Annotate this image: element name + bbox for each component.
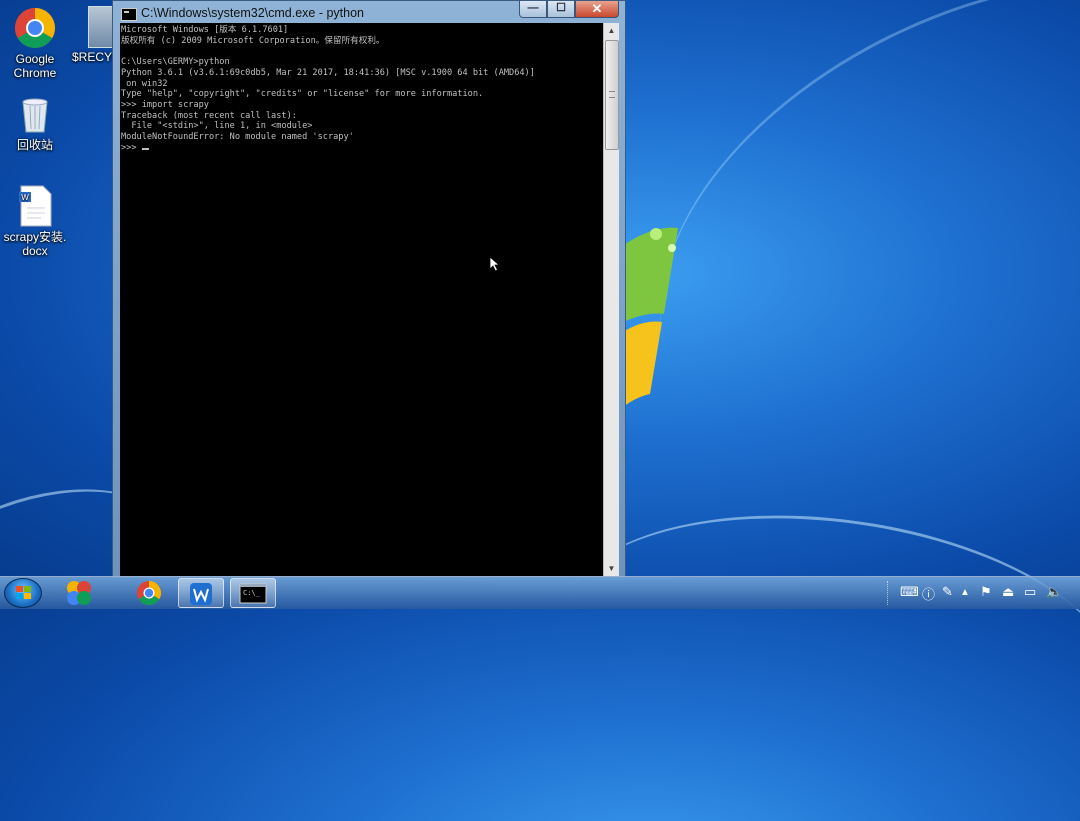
usb-icon[interactable]: ⏏ [1002,584,1014,600]
network-warning-icon[interactable]: ⚑ [980,584,992,600]
taskbar-photo-app[interactable] [56,578,102,608]
console-line: Microsoft Windows [版本 6.1.7601] [121,25,289,35]
console-line: >>> import scrapy [121,99,209,110]
desktop-icon-label: 回收站 [16,138,53,152]
desktop-icon-recycle-bin[interactable]: 回收站 [0,92,70,152]
console-line: Traceback (most recent call last): [121,110,297,121]
desktop-icon-recycle-partial[interactable]: $RECYC [60,6,116,64]
scroll-down-arrow-icon[interactable]: ▼ [604,561,619,576]
system-tray: ⌨ ⓘ ✎ ▲ ⚑ ⏏ ▭ 🔈 [890,577,1074,609]
keyboard-icon[interactable]: ⌨ [900,584,919,600]
chrome-icon [13,6,57,50]
maximize-button[interactable]: ☐ [547,1,575,18]
cmd-icon: C:\_ [239,583,267,604]
taskbar-divider [887,581,889,605]
text-cursor [141,147,149,150]
cmd-icon [121,8,137,21]
windows-logo-fragment [620,227,678,410]
recycle-bin-icon [13,92,57,136]
pen-icon[interactable]: ✎ [942,584,953,600]
help-icon[interactable]: ⓘ [922,584,935,603]
chrome-icon [137,581,162,606]
console-line: C:\Users\GERMY>python [121,57,230,68]
taskbar: C:\_ ⌨ ⓘ ✎ ▲ ⚑ ⏏ ▭ 🔈 [0,576,1080,609]
word-doc-icon: W [13,184,57,228]
windows-flag-icon [16,586,32,600]
wps-writer-icon [190,583,212,605]
console-line: Python 3.6.1 (v3.6.1:69c0db5, Mar 21 201… [121,67,535,78]
scroll-thumb[interactable] [605,40,619,150]
desktop-icon-docx[interactable]: W scrapy安装. docx [0,184,70,258]
close-button[interactable]: ✕ [575,1,619,18]
window-title: C:\Windows\system32\cmd.exe - python [141,6,364,20]
console-line: File "<stdin>", line 1, in <module> [121,121,313,132]
scroll-grip-icon [609,91,615,98]
scroll-up-arrow-icon[interactable]: ▲ [604,23,619,38]
svg-text:C:\_: C:\_ [243,589,261,597]
show-hidden-icons[interactable]: ▲ [960,587,970,598]
console-prompt: >>> [121,142,142,153]
vertical-scrollbar[interactable]: ▲ ▼ [603,23,619,576]
pinwheel-app-icon [67,581,91,605]
console-line: Type "help", "copyright", "credits" or "… [121,89,484,100]
svg-text:W: W [21,193,29,202]
console-output[interactable]: Microsoft Windows [版本 6.1.7601] 版权所有 (c)… [120,23,603,576]
console-line: 版权所有 (c) 2009 Microsoft Corporation。保留所有… [121,35,385,46]
console-line: ModuleNotFoundError: No module named 'sc… [121,132,354,143]
cmd-window[interactable]: C:\Windows\system32\cmd.exe - python — ☐… [112,0,626,578]
taskbar-wps-writer[interactable] [178,578,224,608]
taskbar-cmd[interactable]: C:\_ [230,578,276,608]
minimize-button[interactable]: — [519,1,547,18]
taskbar-chrome[interactable] [126,578,172,608]
mouse-pointer-icon [489,256,501,272]
monitor-icon[interactable]: ▭ [1024,584,1036,600]
start-button[interactable] [4,578,42,608]
console-line: on win32 [121,78,168,89]
volume-icon[interactable]: 🔈 [1046,584,1062,600]
desktop-icon-label: scrapy安装. docx [3,230,67,258]
desktop-icon-label: $RECYC [72,50,116,64]
